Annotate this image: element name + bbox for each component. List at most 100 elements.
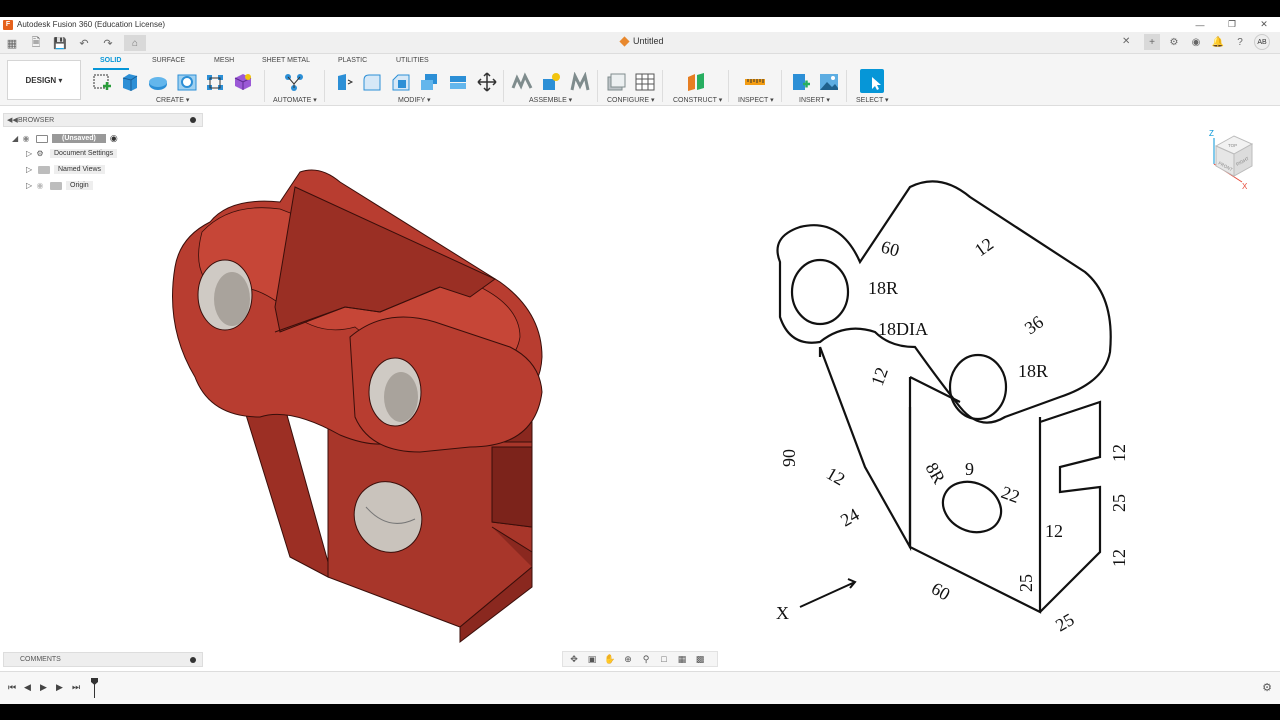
insert-canvas-icon[interactable] xyxy=(818,72,840,92)
pan-hand-icon[interactable]: ✋ xyxy=(603,654,617,665)
quick-access-bar: ▦ 🗎 💾 ↶ ↷ ⌂ Untitled ✕ + ⚙ ◉ 🔔 ? AB xyxy=(0,32,1280,54)
expand-caret-icon[interactable]: ◢ xyxy=(12,134,20,143)
expand-caret-icon[interactable]: ▷ xyxy=(26,165,34,174)
comments-panel-header[interactable]: COMMENTS xyxy=(3,652,203,667)
browser-root-row[interactable]: ◢ ◉ (Unsaved) ◉ xyxy=(12,133,118,144)
tab-sheet-metal[interactable]: SHEET METAL xyxy=(262,57,310,64)
browser-panel-header[interactable]: ◀◀ BROWSER xyxy=(3,113,203,127)
expand-caret-icon[interactable]: ▷ xyxy=(26,181,34,190)
activate-radio-icon[interactable]: ◉ xyxy=(110,133,118,144)
dim-22: 22 xyxy=(999,482,1023,507)
redo-icon[interactable]: ↷ xyxy=(100,35,116,51)
tab-plastic[interactable]: PLASTIC xyxy=(338,57,367,64)
step-forward-icon[interactable]: ▶ xyxy=(56,682,63,693)
press-pull-icon[interactable] xyxy=(332,72,354,92)
add-comment-icon[interactable] xyxy=(190,657,196,663)
create-group-label[interactable]: CREATE ▾ xyxy=(156,96,189,104)
fillet-icon[interactable] xyxy=(361,72,383,92)
orbit-icon[interactable]: ✥ xyxy=(567,654,581,665)
data-panel-grid-icon[interactable]: ▦ xyxy=(4,35,20,51)
zoom-icon[interactable]: ⊕ xyxy=(621,654,635,665)
dim-25-bottom: 25 xyxy=(1052,609,1078,635)
home-icon[interactable]: ⌂ xyxy=(124,35,146,51)
move-copy-icon[interactable] xyxy=(476,72,498,92)
viewports-icon[interactable]: ▩ xyxy=(693,654,707,665)
combine-icon[interactable] xyxy=(447,72,469,92)
window-title: Autodesk Fusion 360 (Education License) xyxy=(17,20,166,29)
insert-derive-icon[interactable] xyxy=(789,72,811,92)
shell-icon[interactable] xyxy=(418,72,440,92)
help-icon[interactable]: ? xyxy=(1232,34,1248,50)
assemble-group-label[interactable]: ASSEMBLE ▾ xyxy=(529,96,572,104)
job-status-icon[interactable]: ◉ xyxy=(1188,34,1204,50)
close-tab-icon[interactable]: ✕ xyxy=(1122,36,1130,47)
insert-group-label[interactable]: INSERT ▾ xyxy=(799,96,830,104)
fit-zoom-icon[interactable]: ⚲ xyxy=(639,654,653,665)
extrude-icon[interactable] xyxy=(119,72,141,92)
create-sketch-icon[interactable] xyxy=(91,72,113,92)
go-to-end-icon[interactable]: ⏭ xyxy=(72,682,80,693)
separator xyxy=(846,70,847,102)
browser-root-label: (Unsaved) xyxy=(52,134,106,143)
chamfer-icon[interactable] xyxy=(390,72,412,92)
visibility-eye-icon[interactable]: ◉ xyxy=(20,134,32,143)
expand-caret-icon[interactable]: ▷ xyxy=(26,149,34,158)
as-built-joint-icon[interactable] xyxy=(569,72,591,92)
separator xyxy=(597,70,598,102)
step-back-icon[interactable]: ◀ xyxy=(24,682,31,693)
configure-group-label[interactable]: CONFIGURE ▾ xyxy=(607,96,654,104)
tab-mesh[interactable]: MESH xyxy=(214,57,234,64)
dim-8r: 8R xyxy=(922,459,950,487)
3d-model-body[interactable] xyxy=(170,147,560,647)
modify-group-label[interactable]: MODIFY ▾ xyxy=(398,96,431,104)
browser-item-named-views[interactable]: ▷ Named Views xyxy=(26,165,106,174)
workspace-switcher-button[interactable]: DESIGN ▾ xyxy=(7,60,81,100)
measure-icon[interactable] xyxy=(744,72,766,92)
timeline-marker-handle[interactable] xyxy=(91,678,98,698)
joint-icon[interactable] xyxy=(540,72,562,92)
select-group-label[interactable]: SELECT ▾ xyxy=(856,96,889,104)
notifications-icon[interactable]: 🔔 xyxy=(1210,34,1226,50)
user-avatar[interactable]: AB xyxy=(1254,34,1270,50)
browser-item-origin[interactable]: ▷ ◉ Origin xyxy=(26,181,93,190)
close-window-icon[interactable]: ✕ xyxy=(1248,17,1280,32)
browser-item-document-settings[interactable]: ▷ ⚙ Document Settings xyxy=(26,149,118,158)
viewcube-z-axis: Z xyxy=(1209,129,1214,138)
construct-group-label[interactable]: CONSTRUCT ▾ xyxy=(673,96,722,104)
hole-icon[interactable] xyxy=(176,72,198,92)
automate-group-label[interactable]: AUTOMATE ▾ xyxy=(273,96,317,104)
minimize-icon[interactable]: — xyxy=(1184,17,1216,32)
display-settings-icon[interactable]: □ xyxy=(657,654,671,664)
visibility-eye-icon[interactable]: ◉ xyxy=(34,181,46,190)
file-menu-icon[interactable]: 🗎 xyxy=(28,35,44,51)
tab-utilities[interactable]: UTILITIES xyxy=(396,57,429,64)
grid-settings-icon[interactable]: ▦ xyxy=(675,654,689,665)
restore-icon[interactable]: ❐ xyxy=(1216,17,1248,32)
collapse-panel-icon[interactable]: ◀◀ xyxy=(7,116,18,124)
document-tab[interactable]: Untitled xyxy=(619,35,664,47)
undo-icon[interactable]: ↶ xyxy=(76,35,92,51)
tab-surface[interactable]: SURFACE xyxy=(152,57,185,64)
configuration-table-icon[interactable] xyxy=(634,72,656,92)
save-icon[interactable]: 💾 xyxy=(52,35,68,51)
revolve-icon[interactable] xyxy=(147,72,169,92)
gear-icon: ⚙ xyxy=(36,149,44,158)
extensions-icon[interactable]: ⚙ xyxy=(1166,34,1182,50)
configure-icon[interactable] xyxy=(605,72,627,92)
look-at-icon[interactable]: ▣ xyxy=(585,654,599,665)
new-tab-plus-icon[interactable]: + xyxy=(1144,34,1160,50)
go-to-start-icon[interactable]: ⏮ xyxy=(8,682,16,693)
tab-solid[interactable]: SOLID xyxy=(100,57,121,64)
form-icon[interactable] xyxy=(232,72,254,92)
pattern-icon[interactable] xyxy=(204,72,226,92)
play-icon[interactable]: ▶ xyxy=(40,682,47,693)
select-icon[interactable] xyxy=(860,69,884,93)
offset-plane-icon[interactable] xyxy=(685,72,707,92)
inspect-group-label[interactable]: INSPECT ▾ xyxy=(738,96,774,104)
pin-icon[interactable] xyxy=(190,117,196,123)
automate-icon[interactable] xyxy=(283,72,305,92)
new-component-icon[interactable] xyxy=(511,72,533,92)
viewcube[interactable]: Z X TOP FRONT RIGHT xyxy=(1206,124,1266,194)
viewcube-top-face[interactable]: TOP xyxy=(1228,143,1237,148)
timeline-settings-gear-icon[interactable]: ⚙ xyxy=(1262,681,1272,694)
